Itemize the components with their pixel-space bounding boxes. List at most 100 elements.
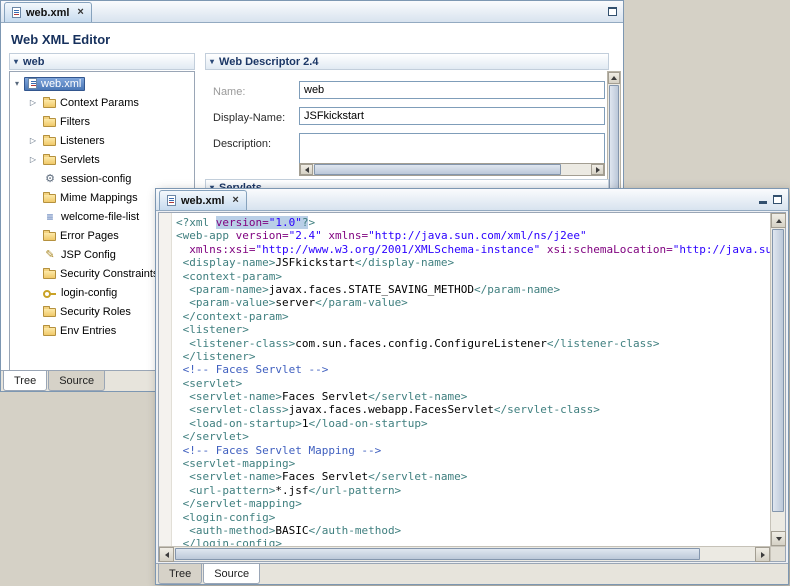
scroll-right-icon[interactable] <box>755 547 770 562</box>
tree-item-label: Security Roles <box>60 306 131 318</box>
tree-item-body: Security Constraints <box>40 267 161 281</box>
code-line: <servlet-class>javax.faces.webapp.FacesS… <box>176 403 770 416</box>
name-field[interactable] <box>299 81 605 99</box>
tree-item-label: Env Entries <box>60 325 116 337</box>
tree-item-label: Listeners <box>60 135 105 147</box>
description-label: Description: <box>213 138 271 150</box>
tree-item-session-config[interactable]: session-config <box>10 169 194 188</box>
tree-item-body: Env Entries <box>40 324 119 338</box>
folder-icon <box>43 137 56 146</box>
tree-item-body: Listeners <box>40 134 108 148</box>
tab-tree-label: Tree <box>14 375 36 387</box>
code-line: <url-pattern>*.jsf</url-pattern> <box>176 484 770 497</box>
tab-tree[interactable]: Tree <box>3 371 47 391</box>
source-editor: <?xml version="1.0"?><web-app version="2… <box>158 212 786 562</box>
tree-item-label: session-config <box>61 173 131 185</box>
code-line: <?xml version="1.0"?> <box>176 216 770 229</box>
tab-source-label: Source <box>59 375 94 387</box>
xml-file-icon <box>12 7 21 18</box>
scroll-right-icon[interactable] <box>591 164 604 175</box>
tree-section-label: web <box>23 56 44 68</box>
gear-icon <box>43 173 57 185</box>
close-icon[interactable]: × <box>232 195 238 206</box>
folder-icon <box>43 99 56 108</box>
tree-item-label: Context Params <box>60 97 139 109</box>
front-tab-title: web.xml <box>181 195 224 207</box>
webxml-file-icon <box>28 78 37 89</box>
tree-item-body: Servlets <box>40 153 103 167</box>
code-area[interactable]: <?xml version="1.0"?><web-app version="2… <box>173 213 770 546</box>
tree-item-web-xml[interactable]: ▾web.xml <box>10 74 194 93</box>
maximize-icon[interactable] <box>608 7 617 16</box>
list-icon <box>43 211 57 223</box>
tree-item-label: login-config <box>61 287 117 299</box>
folder-icon <box>43 118 56 127</box>
tree-item-body: JSP Config <box>40 248 119 262</box>
code-line: <auth-method>BASIC</auth-method> <box>176 524 770 537</box>
minimize-icon[interactable] <box>759 201 767 204</box>
front-window-buttons <box>759 194 782 204</box>
code-line: <listener-class>com.sun.faces.config.Con… <box>176 337 770 350</box>
back-window-buttons <box>608 6 617 16</box>
tree-item-body: welcome-file-list <box>40 210 142 224</box>
front-bottom-tabbar: Tree Source <box>156 563 788 584</box>
tree-item-body: web.xml <box>24 77 85 91</box>
folder-icon <box>43 232 56 241</box>
page-title: Web XML Editor <box>11 32 110 47</box>
display-name-label: Display-Name: <box>213 112 285 124</box>
section-collapse-icon[interactable]: ▾ <box>14 57 18 66</box>
collapsed-triangle-icon[interactable]: ▷ <box>26 136 40 145</box>
code-line: <servlet-mapping> <box>176 457 770 470</box>
scroll-left-icon[interactable] <box>300 164 313 175</box>
tab-source[interactable]: Source <box>203 564 260 584</box>
tree-item-label: Mime Mappings <box>60 192 138 204</box>
tree-item-body: Error Pages <box>40 229 122 243</box>
tab-tree-label: Tree <box>169 568 191 580</box>
key-icon <box>43 287 57 299</box>
section-collapse-icon[interactable]: ▾ <box>210 57 214 66</box>
scroll-left-icon[interactable] <box>159 547 174 562</box>
tree-section-header[interactable]: ▾ web <box>9 53 195 70</box>
front-editor-tab-webxml[interactable]: web.xml × <box>159 190 247 210</box>
collapsed-triangle-icon[interactable]: ▷ <box>26 155 40 164</box>
expanded-triangle-icon[interactable]: ▾ <box>10 79 24 88</box>
code-line: </context-param> <box>176 310 770 323</box>
webxml-source-window: web.xml × <?xml version="1.0"?><web-app … <box>155 188 789 585</box>
scroll-up-icon[interactable] <box>771 213 786 228</box>
code-line: </servlet> <box>176 430 770 443</box>
tree-item-label: welcome-file-list <box>61 211 139 223</box>
back-editor-tab-webxml[interactable]: web.xml × <box>4 2 92 22</box>
descriptor-section-label: Web Descriptor 2.4 <box>219 56 318 68</box>
code-line: <login-config> <box>176 511 770 524</box>
code-line: <web-app version="2.4" xmlns="http://jav… <box>176 229 770 242</box>
description-scroll-track[interactable] <box>313 164 591 175</box>
code-line: <display-name>JSFkickstart</display-name… <box>176 256 770 269</box>
tree-item-label: Security Constraints <box>60 268 158 280</box>
folder-icon <box>43 194 56 203</box>
close-icon[interactable]: × <box>77 7 83 18</box>
code-line: <context-param> <box>176 270 770 283</box>
code-line: <servlet> <box>176 377 770 390</box>
code-line: xmlns:xsi="http://www.w3.org/2001/XMLSch… <box>176 243 770 256</box>
maximize-icon[interactable] <box>773 195 782 204</box>
code-line: <servlet-name>Faces Servlet</servlet-nam… <box>176 470 770 483</box>
code-line: <servlet-name>Faces Servlet</servlet-nam… <box>176 390 770 403</box>
descriptor-section-header[interactable]: ▾ Web Descriptor 2.4 <box>205 53 609 70</box>
editor-vscroll-thumb[interactable] <box>772 229 784 512</box>
tab-tree[interactable]: Tree <box>158 564 202 584</box>
tree-item-label: Filters <box>60 116 90 128</box>
scroll-up-icon[interactable] <box>608 72 620 84</box>
collapsed-triangle-icon[interactable]: ▷ <box>26 98 40 107</box>
tree-item-context-params[interactable]: ▷ Context Params <box>10 93 194 112</box>
tree-item-body: Context Params <box>40 96 142 110</box>
editor-hscroll-thumb[interactable] <box>175 548 700 560</box>
scroll-down-icon[interactable] <box>771 531 786 546</box>
tree-item-listeners[interactable]: ▷ Listeners <box>10 131 194 150</box>
description-scroll-thumb[interactable] <box>314 164 561 175</box>
tab-source[interactable]: Source <box>48 371 105 391</box>
tree-item-body: session-config <box>40 172 134 186</box>
tree-item-filters[interactable]: Filters <box>10 112 194 131</box>
description-field[interactable] <box>299 133 605 163</box>
display-name-field[interactable] <box>299 107 605 125</box>
tree-item-servlets[interactable]: ▷Servlets <box>10 150 194 169</box>
